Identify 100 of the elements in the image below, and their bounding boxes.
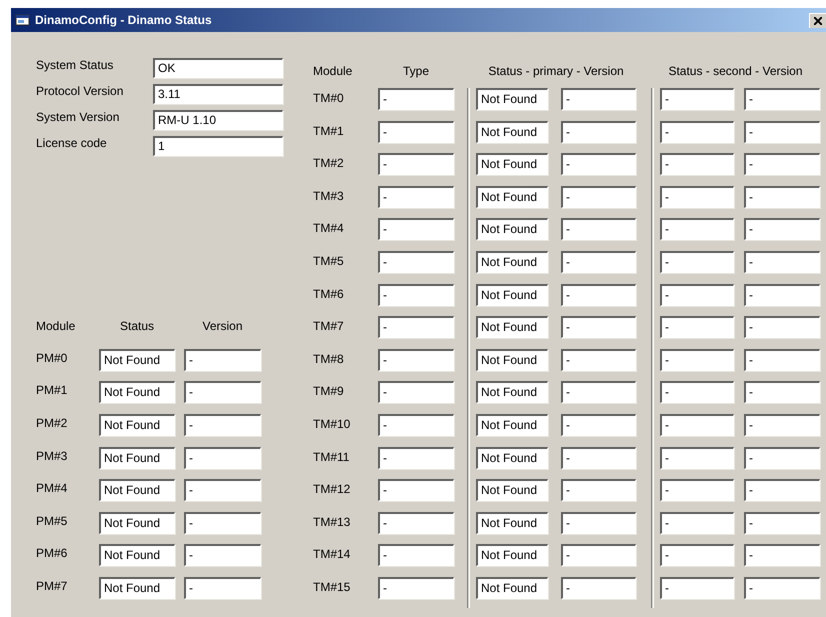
status-field[interactable]: Not Found [476,576,548,599]
version-field[interactable]: - [561,120,636,143]
version-field[interactable]: - [184,576,261,599]
text-field[interactable]: OK [153,58,283,78]
type-field[interactable]: - [378,186,454,208]
version-field[interactable]: - [744,414,820,436]
version-field[interactable]: - [561,512,636,534]
status-field[interactable]: Not Found [99,348,175,371]
type-field[interactable]: - [378,218,454,240]
status-field[interactable]: - [660,414,734,436]
version-field[interactable]: - [184,348,261,371]
type-field[interactable]: - [378,544,454,566]
version-field[interactable]: - [744,544,820,566]
status-field[interactable]: - [660,284,734,306]
version-field[interactable]: - [561,446,636,469]
version-field[interactable]: - [561,218,636,240]
version-field[interactable]: - [561,544,636,566]
status-field[interactable]: - [660,250,734,273]
version-field[interactable]: - [744,218,820,240]
version-field[interactable]: - [744,348,820,371]
status-field[interactable]: Not Found [99,544,175,566]
version-field[interactable]: - [744,446,820,469]
status-field[interactable]: Not Found [476,479,548,502]
version-field[interactable]: - [744,120,820,143]
text-field[interactable]: 3.11 [153,84,283,104]
status-field[interactable]: Not Found [476,186,548,208]
version-field[interactable]: - [561,414,636,436]
status-field[interactable]: Not Found [99,512,175,534]
version-field[interactable]: - [744,250,820,273]
status-field[interactable]: - [660,446,734,469]
version-field[interactable]: - [744,284,820,306]
status-field[interactable]: Not Found [476,316,548,338]
status-field[interactable]: - [660,218,734,240]
version-field[interactable]: - [744,186,820,208]
version-field[interactable]: - [184,544,261,566]
version-field[interactable]: - [744,512,820,534]
type-field[interactable]: - [378,446,454,469]
close-button[interactable] [809,12,826,28]
version-field[interactable]: - [561,88,636,110]
version-field[interactable]: - [184,414,261,436]
status-field[interactable]: Not Found [476,250,548,273]
status-field[interactable]: Not Found [476,414,548,436]
version-field[interactable]: - [561,576,636,599]
version-field[interactable]: - [744,381,820,404]
status-field[interactable]: - [660,120,734,143]
version-field[interactable]: - [561,250,636,273]
version-field[interactable]: - [561,316,636,338]
version-field[interactable]: - [744,576,820,599]
type-field[interactable]: - [378,512,454,534]
text-field[interactable]: RM-U 1.10 [153,110,283,130]
status-field[interactable]: - [660,88,734,110]
status-field[interactable]: Not Found [476,348,548,371]
version-field[interactable]: - [561,348,636,371]
status-field[interactable]: Not Found [99,479,175,502]
status-field[interactable]: Not Found [476,544,548,566]
status-field[interactable]: Not Found [99,446,175,469]
type-field[interactable]: - [378,576,454,599]
status-field[interactable]: Not Found [99,414,175,436]
type-field[interactable]: - [378,88,454,110]
status-field[interactable]: Not Found [476,120,548,143]
version-field[interactable]: - [184,512,261,534]
type-field[interactable]: - [378,316,454,338]
version-field[interactable]: - [184,479,261,502]
status-field[interactable]: Not Found [476,88,548,110]
status-field[interactable]: - [660,348,734,371]
type-field[interactable]: - [378,348,454,371]
status-field[interactable]: - [660,479,734,502]
version-field[interactable]: - [561,381,636,404]
status-field[interactable]: - [660,316,734,338]
version-field[interactable]: - [744,153,820,176]
version-field[interactable]: - [184,446,261,469]
status-field[interactable]: Not Found [99,381,175,404]
status-field[interactable]: Not Found [476,512,548,534]
version-field[interactable]: - [184,381,261,404]
type-field[interactable]: - [378,381,454,404]
type-field[interactable]: - [378,250,454,273]
status-field[interactable]: - [660,512,734,534]
status-field[interactable]: Not Found [476,218,548,240]
type-field[interactable]: - [378,479,454,502]
version-field[interactable]: - [744,88,820,110]
version-field[interactable]: - [561,153,636,176]
type-field[interactable]: - [378,153,454,176]
status-field[interactable]: - [660,153,734,176]
status-field[interactable]: Not Found [476,381,548,404]
type-field[interactable]: - [378,120,454,143]
status-field[interactable]: - [660,576,734,599]
version-field[interactable]: - [561,284,636,306]
status-field[interactable]: Not Found [99,576,175,599]
version-field[interactable]: - [561,479,636,502]
status-field[interactable]: - [660,381,734,404]
status-field[interactable]: - [660,544,734,566]
status-field[interactable]: Not Found [476,446,548,469]
version-field[interactable]: - [744,479,820,502]
type-field[interactable]: - [378,284,454,306]
status-field[interactable]: Not Found [476,153,548,176]
text-field[interactable]: 1 [153,136,283,156]
status-field[interactable]: - [660,186,734,208]
type-field[interactable]: - [378,414,454,436]
status-field[interactable]: Not Found [476,284,548,306]
version-field[interactable]: - [561,186,636,208]
